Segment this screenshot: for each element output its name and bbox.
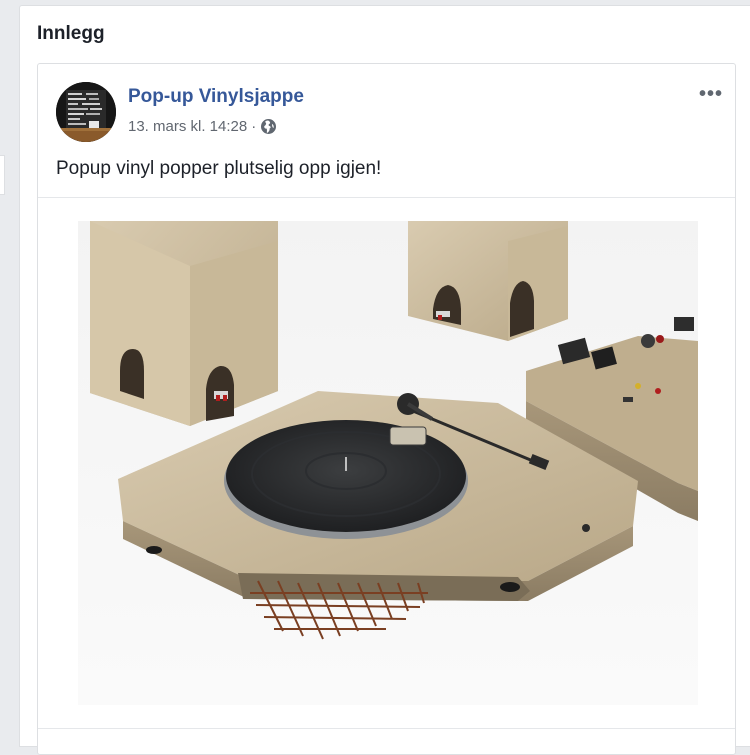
left-column-card-edge — [0, 155, 5, 195]
more-options-icon[interactable]: ••• — [699, 84, 723, 104]
divider — [38, 197, 735, 198]
posts-section: Innlegg Pop-up Vinylsjappe 13. mars kl. … — [19, 5, 750, 755]
meta-separator: · — [251, 118, 257, 135]
page-name-link[interactable]: Pop-up Vinylsjappe — [128, 86, 304, 108]
globe-icon[interactable] — [260, 118, 277, 135]
post-card: Pop-up Vinylsjappe 13. mars kl. 14:28 · … — [37, 63, 736, 755]
section-title: Innlegg — [37, 23, 105, 44]
divider-bottom — [38, 728, 735, 729]
post-meta: 13. mars kl. 14:28 · — [128, 118, 277, 135]
post-text: Popup vinyl popper plutselig opp igjen! — [56, 158, 382, 179]
avatar-image — [56, 82, 116, 142]
avatar[interactable] — [56, 82, 116, 142]
post-photo[interactable] — [78, 221, 698, 705]
post-timestamp[interactable]: 13. mars kl. 14:28 — [128, 118, 247, 135]
